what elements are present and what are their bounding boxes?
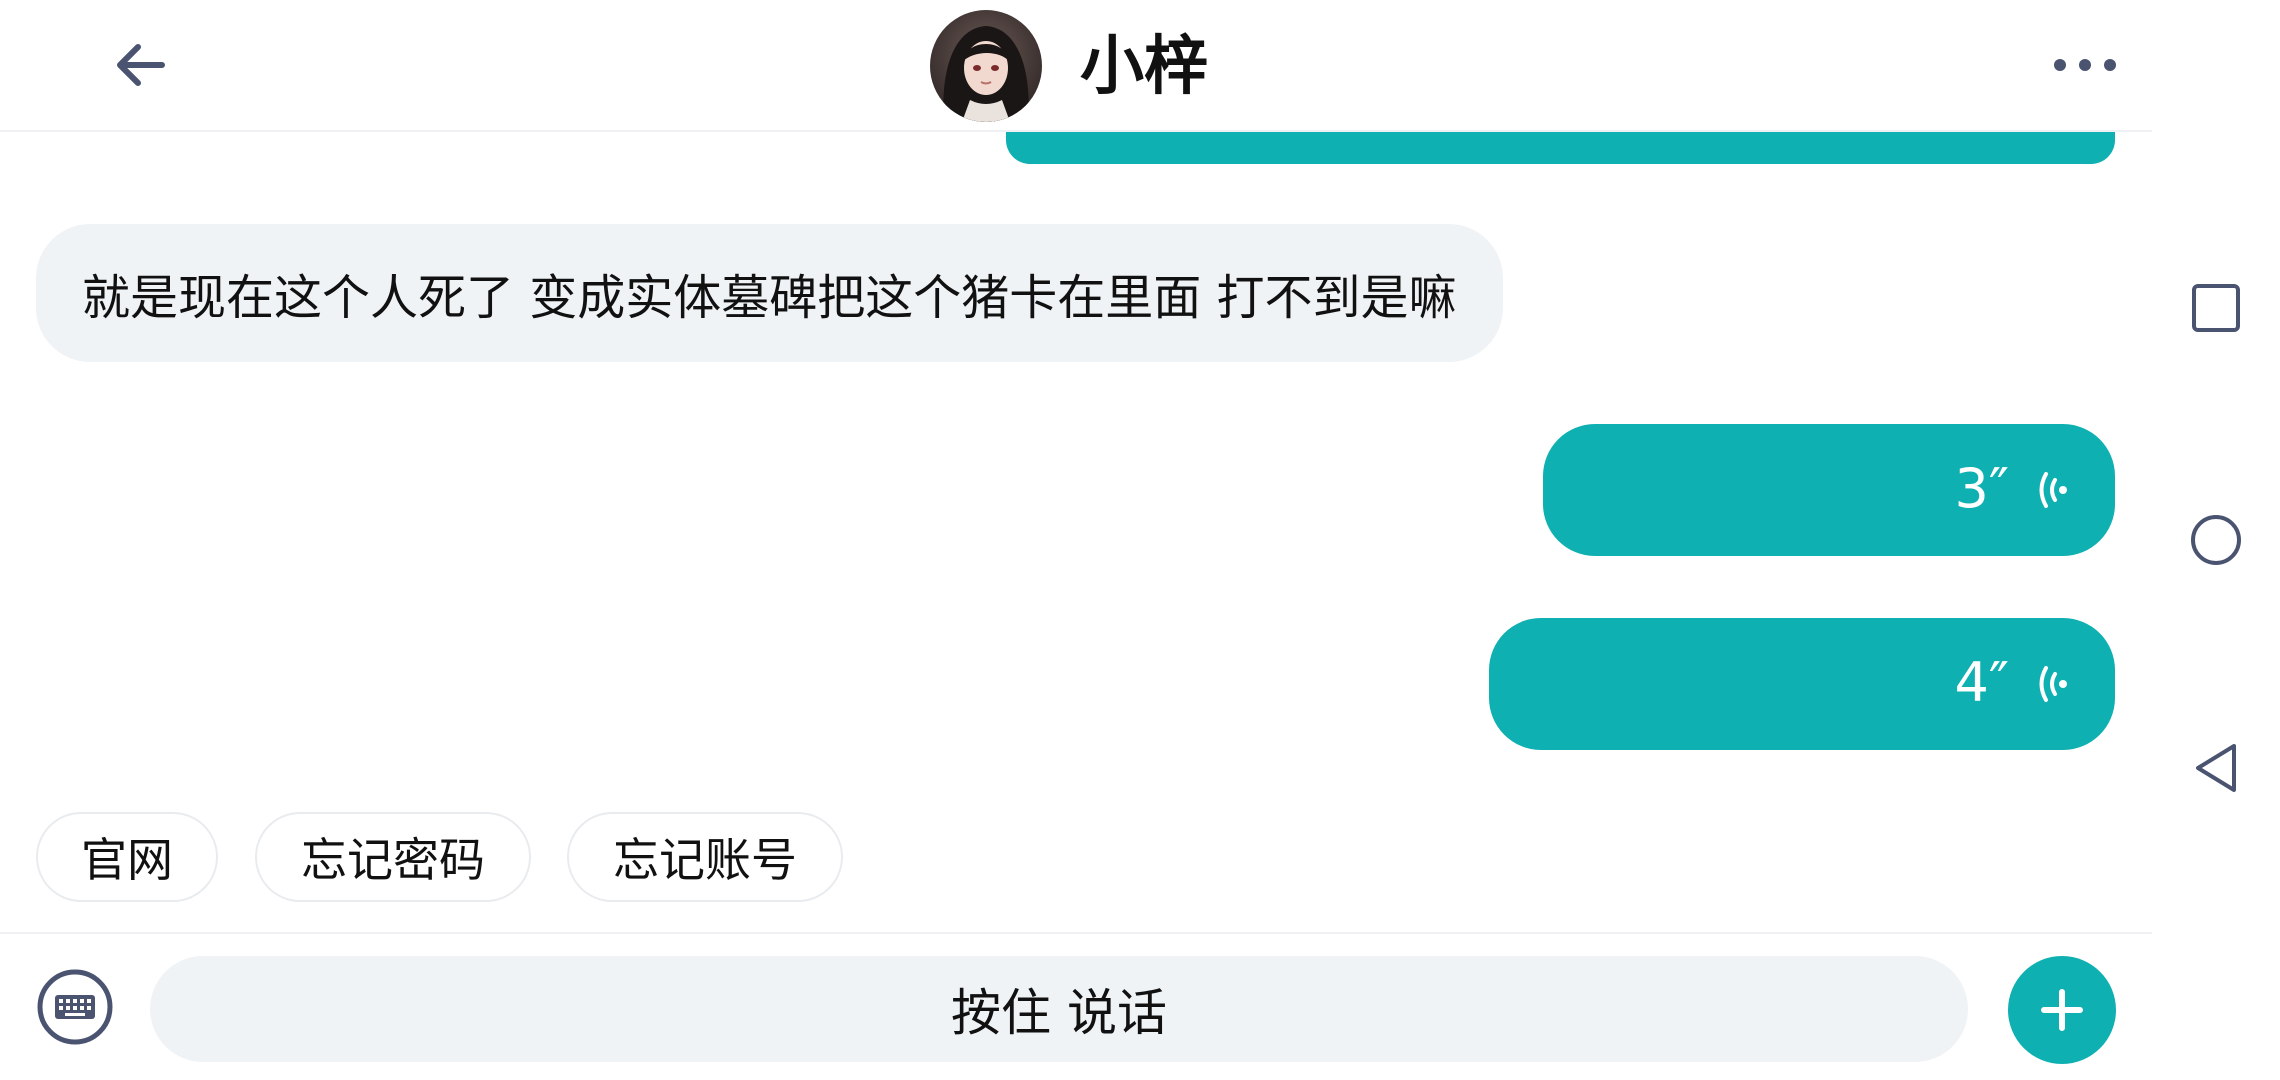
circle-icon (2191, 515, 2241, 565)
avatar-image-icon (930, 10, 1042, 122)
more-horizontal-icon (2054, 59, 2116, 71)
plus-button[interactable] (2008, 956, 2116, 1064)
chat-app: 小梓 就是现在这个人死了 变成实体墓碑把这个猪卡在里面 打不到是嘛 3″ 4″ (0, 0, 2152, 1080)
voice-duration: 3″ (1954, 457, 2009, 520)
incoming-message-text: 就是现在这个人死了 变成实体墓碑把这个猪卡在里面 打不到是嘛 (82, 270, 1457, 326)
square-icon (2192, 284, 2240, 332)
input-bar: 按住 说话 (0, 932, 2152, 1080)
voice-message-bubble[interactable]: 3″ (1543, 424, 2115, 556)
system-back-button[interactable] (2188, 740, 2244, 796)
chat-header: 小梓 (0, 0, 2152, 132)
page-title: 小梓 (1080, 30, 1208, 104)
back-button[interactable] (100, 30, 180, 100)
more-button[interactable] (2050, 40, 2120, 90)
arrow-left-icon (117, 44, 165, 86)
keyboard-icon (37, 969, 113, 1045)
recents-button[interactable] (2188, 280, 2244, 336)
plus-icon (2041, 989, 2083, 1031)
incoming-message-bubble[interactable]: 就是现在这个人死了 变成实体墓碑把这个猪卡在里面 打不到是嘛 (36, 224, 1503, 362)
system-navigation-bar (2152, 0, 2280, 1080)
hold-to-talk-button[interactable]: 按住 说话 (150, 956, 1968, 1062)
contact-avatar[interactable] (930, 10, 1042, 122)
message-list[interactable]: 就是现在这个人死了 变成实体墓碑把这个猪卡在里面 打不到是嘛 3″ 4″ (0, 90, 2152, 930)
home-button[interactable] (2188, 512, 2244, 568)
voice-message-bubble[interactable]: 4″ (1489, 618, 2115, 750)
voice-duration: 4″ (1954, 651, 2009, 714)
voice-wave-icon (2039, 666, 2067, 702)
quick-reply-chip[interactable]: 忘记密码 (255, 812, 531, 902)
triangle-back-icon (2196, 744, 2236, 792)
keyboard-toggle-button[interactable] (36, 968, 114, 1046)
voice-wave-icon (2039, 472, 2067, 508)
quick-reply-chip[interactable]: 忘记账号 (567, 812, 843, 902)
quick-reply-chip[interactable]: 官网 (36, 812, 218, 902)
